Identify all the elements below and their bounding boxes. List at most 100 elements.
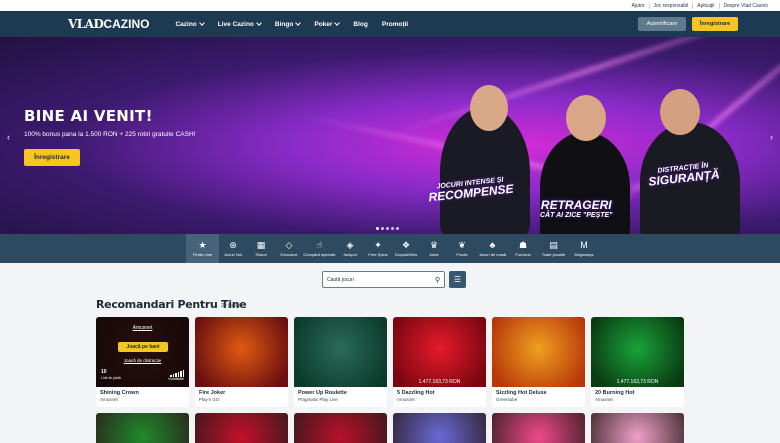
- category-jocuri-de-mas-[interactable]: ♣ Jocuri de masă: [476, 234, 509, 263]
- category-jocuri-noi[interactable]: ⊛ Jocuri Noi: [219, 234, 247, 263]
- section-count: 20 jocuri: [221, 303, 240, 309]
- person-left-head: [470, 85, 508, 131]
- main-nav: VLAD CAZINO Cazino Live Cazino Bingo Poker Bl…: [0, 11, 780, 37]
- volatility-bars-icon: [168, 369, 184, 377]
- volatility-label: Volatilitate: [168, 377, 184, 381]
- category-icon: ◇: [285, 239, 293, 250]
- prev-slide-icon[interactable]: ‹: [7, 132, 10, 142]
- slide-dot[interactable]: [386, 227, 389, 230]
- nav-item-promoții[interactable]: Promoții: [382, 21, 408, 28]
- category-megaways[interactable]: M Megaways: [570, 234, 598, 263]
- game-card[interactable]: Amusnet Joacă pe bani Joacă de distracție 1…: [96, 317, 189, 407]
- game-name: Fire Joker: [199, 390, 226, 396]
- category-joker[interactable]: ♛ Joker: [420, 234, 448, 263]
- hero-title: BINE AI VENIT!: [24, 107, 153, 125]
- nav-item-label: Blog: [353, 20, 368, 28]
- nav-item-label: Cazino: [175, 20, 197, 28]
- category-label: Cumpără speciale: [303, 251, 336, 257]
- category-label: Sloturi: [255, 251, 267, 257]
- volatility-info: Volatilitate: [168, 369, 184, 381]
- category-free-spins[interactable]: ✦ Free Spins: [364, 234, 392, 263]
- game-thumbnail[interactable]: Amusnet Joacă pe bani Joacă de distracție 1…: [96, 317, 189, 387]
- category-icon: ⊛: [229, 239, 237, 250]
- login-button[interactable]: Autentificare: [638, 17, 686, 31]
- category-fructe[interactable]: ❦ Fructe: [448, 234, 476, 263]
- responsible-gaming-link[interactable]: Joc responsabil: [648, 2, 693, 9]
- filter-button[interactable]: ☰: [449, 271, 466, 288]
- game-card[interactable]: Sizzling Hot Deluxe Greentube: [492, 317, 585, 407]
- category-label: Jocuri Noi: [224, 251, 242, 257]
- chevron-down-icon: [334, 20, 341, 26]
- category-exclusive[interactable]: ◇ Exclusive: [275, 234, 303, 263]
- category-label: Fructe: [456, 251, 468, 257]
- search-input[interactable]: Caută jocuri ⚲: [322, 271, 445, 288]
- category-pentru-tine[interactable]: ★ Pentru tine: [186, 234, 219, 263]
- banner-text-2: RETRAGERI CÂT AI ZICE "PEȘTE": [540, 198, 613, 219]
- logo[interactable]: VLAD CAZINO: [68, 17, 149, 31]
- game-thumbnail[interactable]: 1.477.163,73 RON: [393, 317, 486, 387]
- nav-item-live-cazino[interactable]: Live Cazino: [218, 20, 262, 28]
- category-icon: ★: [198, 239, 207, 250]
- nav-item-cazino[interactable]: Cazino: [175, 20, 205, 28]
- slide-dot[interactable]: [396, 227, 399, 230]
- logo-left: VLAD: [68, 17, 104, 31]
- hero-subtitle: 100% bonus pana la 1.500 RON + 225 rotir…: [24, 131, 196, 138]
- apps-link[interactable]: Aplicații: [692, 2, 718, 9]
- category-icon: ❦: [458, 239, 466, 250]
- help-link[interactable]: Ajutor: [627, 3, 648, 9]
- game-hover-overlay: Amusnet Joacă pe bani Joacă de distracție 1…: [96, 317, 189, 387]
- register-button[interactable]: Înregistrare: [692, 17, 738, 31]
- chevron-down-icon: [256, 20, 262, 26]
- chevron-down-icon: [295, 20, 302, 26]
- game-card[interactable]: 1.477.163,73 RON 20 Burning Hot Amusnet: [591, 317, 684, 407]
- game-name: Sizzling Hot Deluxe: [496, 390, 547, 396]
- slide-dot[interactable]: [376, 227, 379, 230]
- hover-provider-link[interactable]: Amusnet: [96, 325, 189, 331]
- category-icon: M: [580, 239, 588, 250]
- jackpot-amount: 1.477.163,73 RON: [616, 379, 659, 385]
- nav-item-label: Poker: [314, 20, 333, 28]
- nav-item-poker[interactable]: Poker: [314, 20, 341, 28]
- category-cump-r-speciale[interactable]: ☝ Cumpără speciale: [303, 234, 336, 263]
- category-label: Jackpot: [343, 251, 357, 257]
- category-toate-jocurile[interactable]: ▤ Toate jocurile: [537, 234, 570, 263]
- jackpot-amount: 1.477.163,73 RON: [418, 379, 461, 385]
- paylines-label: Linii de plată: [101, 376, 121, 380]
- game-provider: Amusnet: [100, 397, 118, 402]
- search-icon[interactable]: ⚲: [435, 276, 440, 284]
- game-thumbnail[interactable]: [195, 317, 288, 387]
- category-icon: ❖: [401, 239, 411, 250]
- filter-icon: ☰: [453, 275, 462, 284]
- game-card[interactable]: Power Up Roulette Pragmatic Play Live: [294, 317, 387, 407]
- play-real-button[interactable]: Joacă pe bani: [118, 342, 168, 352]
- slide-dot[interactable]: [381, 227, 384, 230]
- slide-dots: [376, 227, 399, 230]
- game-thumbnail[interactable]: [492, 317, 585, 387]
- category-label: Joker: [429, 251, 439, 257]
- game-card[interactable]: Fire Joker Play'n GO: [195, 317, 288, 407]
- play-demo-link[interactable]: Joacă de distracție: [96, 358, 189, 363]
- game-card[interactable]: 1.477.163,73 RON 5 Dazzling Hot Amusnet: [393, 317, 486, 407]
- game-provider: Amusnet: [397, 397, 415, 402]
- category-icon: ♣: [489, 239, 496, 250]
- category-jackpot[interactable]: ◈ Jackpot: [336, 234, 364, 263]
- about-link[interactable]: Despre Vlad Casino: [718, 2, 772, 9]
- game-name: Power Up Roulette: [298, 390, 347, 396]
- game-thumbnail[interactable]: [294, 317, 387, 387]
- category-label: Free Spins: [368, 251, 388, 257]
- top-utility-bar: Ajutor Joc responsabil Aplicații Despre …: [0, 0, 780, 11]
- category-furnizori[interactable]: ☗ Furnizori: [509, 234, 537, 263]
- category-label: Exclusive: [280, 251, 298, 257]
- nav-item-blog[interactable]: Blog: [353, 21, 367, 28]
- game-thumbnail[interactable]: 1.477.163,73 RON: [591, 317, 684, 387]
- hero-banner[interactable]: JOCURI INTENSE ȘI RECOMPENSE RETRAGERI C…: [0, 37, 780, 234]
- next-slide-icon[interactable]: ›: [770, 132, 773, 142]
- category-sloturi[interactable]: ▦ Sloturi: [247, 234, 275, 263]
- logo-right: CAZINO: [103, 17, 150, 31]
- category-drops-wins[interactable]: ❖ Drops&Wins: [392, 234, 420, 263]
- nav-item-bingo[interactable]: Bingo: [274, 20, 302, 28]
- nav-item-label: Bingo: [274, 20, 294, 28]
- slide-dot[interactable]: [391, 227, 394, 230]
- chevron-down-icon: [198, 20, 205, 26]
- hero-register-button[interactable]: Înregistrare: [24, 149, 80, 166]
